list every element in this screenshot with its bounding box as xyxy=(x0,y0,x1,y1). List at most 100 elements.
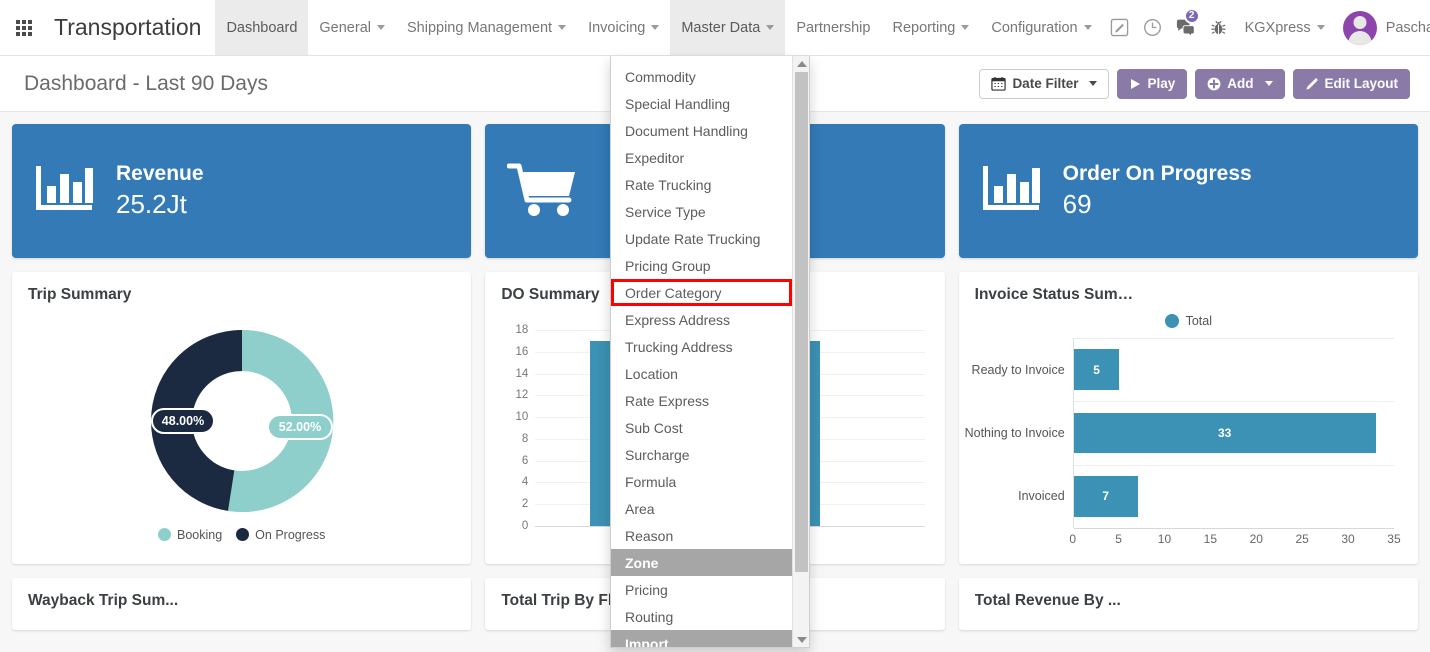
dropdown-item-rate-express[interactable]: Rate Express xyxy=(611,387,792,414)
nav-item-shipping-management[interactable]: Shipping Management xyxy=(396,0,577,55)
chevron-down-icon xyxy=(1316,25,1325,30)
user-menu[interactable]: Paschalis (odoodev xyxy=(1386,20,1430,36)
dropdown-scrollbar[interactable] xyxy=(792,56,809,647)
avatar[interactable] xyxy=(1342,10,1377,45)
dropdown-item-label: Service Type xyxy=(625,203,706,220)
dropdown-item-label: Pricing xyxy=(625,581,668,598)
donut-label-booking: 52.00% xyxy=(266,413,333,440)
trip-summary-legend: Booking On Progress xyxy=(157,528,325,542)
nav-item-master-data[interactable]: Master Data xyxy=(670,0,786,55)
nav-item-configuration[interactable]: Configuration xyxy=(980,0,1102,55)
nav-item-general[interactable]: General xyxy=(308,0,396,55)
svg-text:48.00%: 48.00% xyxy=(161,414,203,428)
add-button[interactable]: Add xyxy=(1195,68,1285,99)
dropdown-item-label: Express Address xyxy=(625,311,731,328)
bug-icon[interactable] xyxy=(1202,0,1235,56)
invoice-status-chart: Total Ready to Invoice Nothing to Invoic… xyxy=(965,308,1402,554)
legend-item[interactable]: On Progress xyxy=(236,528,325,542)
dropdown-item-label: Area xyxy=(625,500,655,517)
dropdown-item-rate-trucking[interactable]: Rate Trucking xyxy=(611,171,792,198)
dropdown-item-sub-cost[interactable]: Sub Cost xyxy=(611,414,792,441)
nav-label: Invoicing xyxy=(588,19,646,36)
dropdown-item-trucking-address[interactable]: Trucking Address xyxy=(611,333,792,360)
y-tick: 12 xyxy=(515,389,529,402)
bar-ready-to-invoice[interactable]: 5 xyxy=(1073,349,1120,390)
y-label: Ready to Invoice xyxy=(971,362,1065,377)
dropdown-item-import[interactable]: Import xyxy=(611,630,792,647)
clock-icon[interactable] xyxy=(1136,0,1169,56)
dropdown-item-label: Location xyxy=(625,365,678,382)
x-tick: 35 xyxy=(1387,532,1401,546)
kpi-card-revenue[interactable]: Revenue 25.2Jt xyxy=(12,124,472,258)
date-filter-label: Date Filter xyxy=(1012,76,1079,91)
database-label: KGXpress xyxy=(1244,19,1311,36)
dropdown-item-location[interactable]: Location xyxy=(611,360,792,387)
donut-label-on-progress: 48.00% xyxy=(150,407,215,434)
dropdown-item-express-address[interactable]: Express Address xyxy=(611,306,792,333)
dropdown-item-area[interactable]: Area xyxy=(611,495,792,522)
dropdown-item-commodity[interactable]: Commodity xyxy=(611,63,792,90)
svg-text:52.00%: 52.00% xyxy=(278,420,320,434)
nav-label: Shipping Management xyxy=(406,19,553,36)
date-filter-button[interactable]: Date Filter xyxy=(979,68,1110,99)
card-invoice-status-summary: Invoice Status Sum… Total Ready to Invoi… xyxy=(958,272,1418,564)
apps-grid-icon[interactable] xyxy=(0,0,48,55)
card-title: Trip Summary xyxy=(28,286,132,303)
dropdown-item-order-category[interactable]: Order Category xyxy=(611,279,792,306)
bar-chart-icon xyxy=(981,162,1043,221)
dropdown-item-zone[interactable]: Zone xyxy=(611,549,792,576)
dashboard-page: Transportation Dashboard General Shippin… xyxy=(0,0,1430,652)
scroll-down-arrow-icon[interactable] xyxy=(793,632,809,647)
brand-title[interactable]: Transportation xyxy=(48,0,215,55)
legend-label: On Progress xyxy=(255,527,326,542)
dropdown-item-routing[interactable]: Routing xyxy=(611,603,792,630)
dropdown-item-label: Sub Cost xyxy=(625,419,683,436)
edit-square-icon[interactable] xyxy=(1103,0,1136,56)
dropdown-item-pricing-group[interactable]: Pricing Group xyxy=(611,252,792,279)
legend-label: Total xyxy=(1185,314,1213,328)
dropdown-item-surcharge[interactable]: Surcharge xyxy=(611,441,792,468)
play-icon xyxy=(1131,78,1141,89)
nav-item-dashboard[interactable]: Dashboard xyxy=(215,0,309,55)
y-tick: 8 xyxy=(521,432,529,445)
dropdown-item-label: Trucking Address xyxy=(625,338,733,355)
header-actions: Date Filter Play Add Edit Layout xyxy=(979,68,1430,99)
notification-badge: 2 xyxy=(1183,7,1200,24)
bar-nothing-to-invoice[interactable]: 33 xyxy=(1073,412,1376,454)
legend-dot-booking xyxy=(157,528,171,541)
bar-value: 33 xyxy=(1218,425,1232,440)
play-button[interactable]: Play xyxy=(1117,68,1188,99)
scrollbar-thumb[interactable] xyxy=(795,72,808,572)
kpi-label: Order On Progress xyxy=(1062,161,1252,185)
database-selector[interactable]: KGXpress xyxy=(1235,20,1335,36)
dropdown-item-update-rate-trucking[interactable]: Update Rate Trucking xyxy=(611,225,792,252)
edit-layout-button[interactable]: Edit Layout xyxy=(1292,68,1410,99)
nav-item-reporting[interactable]: Reporting xyxy=(881,0,980,55)
nav-item-invoicing[interactable]: Invoicing xyxy=(577,0,670,55)
x-tick: 0 xyxy=(1069,532,1076,546)
dropdown-item-formula[interactable]: Formula xyxy=(611,468,792,495)
dropdown-item-document-handling[interactable]: Document Handling xyxy=(611,117,792,144)
y-axis-labels: Ready to Invoice Nothing to Invoice Invo… xyxy=(965,338,1073,528)
scroll-up-arrow-icon[interactable] xyxy=(793,56,809,71)
trip-summary-chart: 48.00% 52.00% Booking On Progress xyxy=(28,308,455,554)
nav-item-partnership[interactable]: Partnership xyxy=(785,0,881,55)
legend-item[interactable]: Booking xyxy=(157,528,222,542)
dropdown-item-expeditor[interactable]: Expeditor xyxy=(611,144,792,171)
y-axis: 18 16 14 12 10 8 6 4 2 0 xyxy=(501,324,533,532)
x-tick: 20 xyxy=(1249,532,1263,546)
x-tick: 5 xyxy=(1115,532,1122,546)
bar-invoiced[interactable]: 7 xyxy=(1073,476,1138,517)
dropdown-item-special-handling[interactable]: Special Handling xyxy=(611,90,792,117)
top-navbar: Transportation Dashboard General Shippin… xyxy=(0,0,1430,56)
chevron-down-icon xyxy=(1083,25,1092,30)
chat-bubbles-icon[interactable]: 2 xyxy=(1169,0,1202,56)
bar-value: 7 xyxy=(1102,489,1110,504)
dropdown-item-reason[interactable]: Reason xyxy=(611,522,792,549)
dropdown-item-service-type[interactable]: Service Type xyxy=(611,198,792,225)
calendar-icon xyxy=(991,76,1007,91)
dropdown-item-pricing[interactable]: Pricing xyxy=(611,576,792,603)
dropdown-item-label: Pricing Group xyxy=(625,257,711,274)
x-tick: 10 xyxy=(1157,532,1172,546)
kpi-card-order-on-progress[interactable]: Order On Progress 69 xyxy=(958,124,1418,258)
